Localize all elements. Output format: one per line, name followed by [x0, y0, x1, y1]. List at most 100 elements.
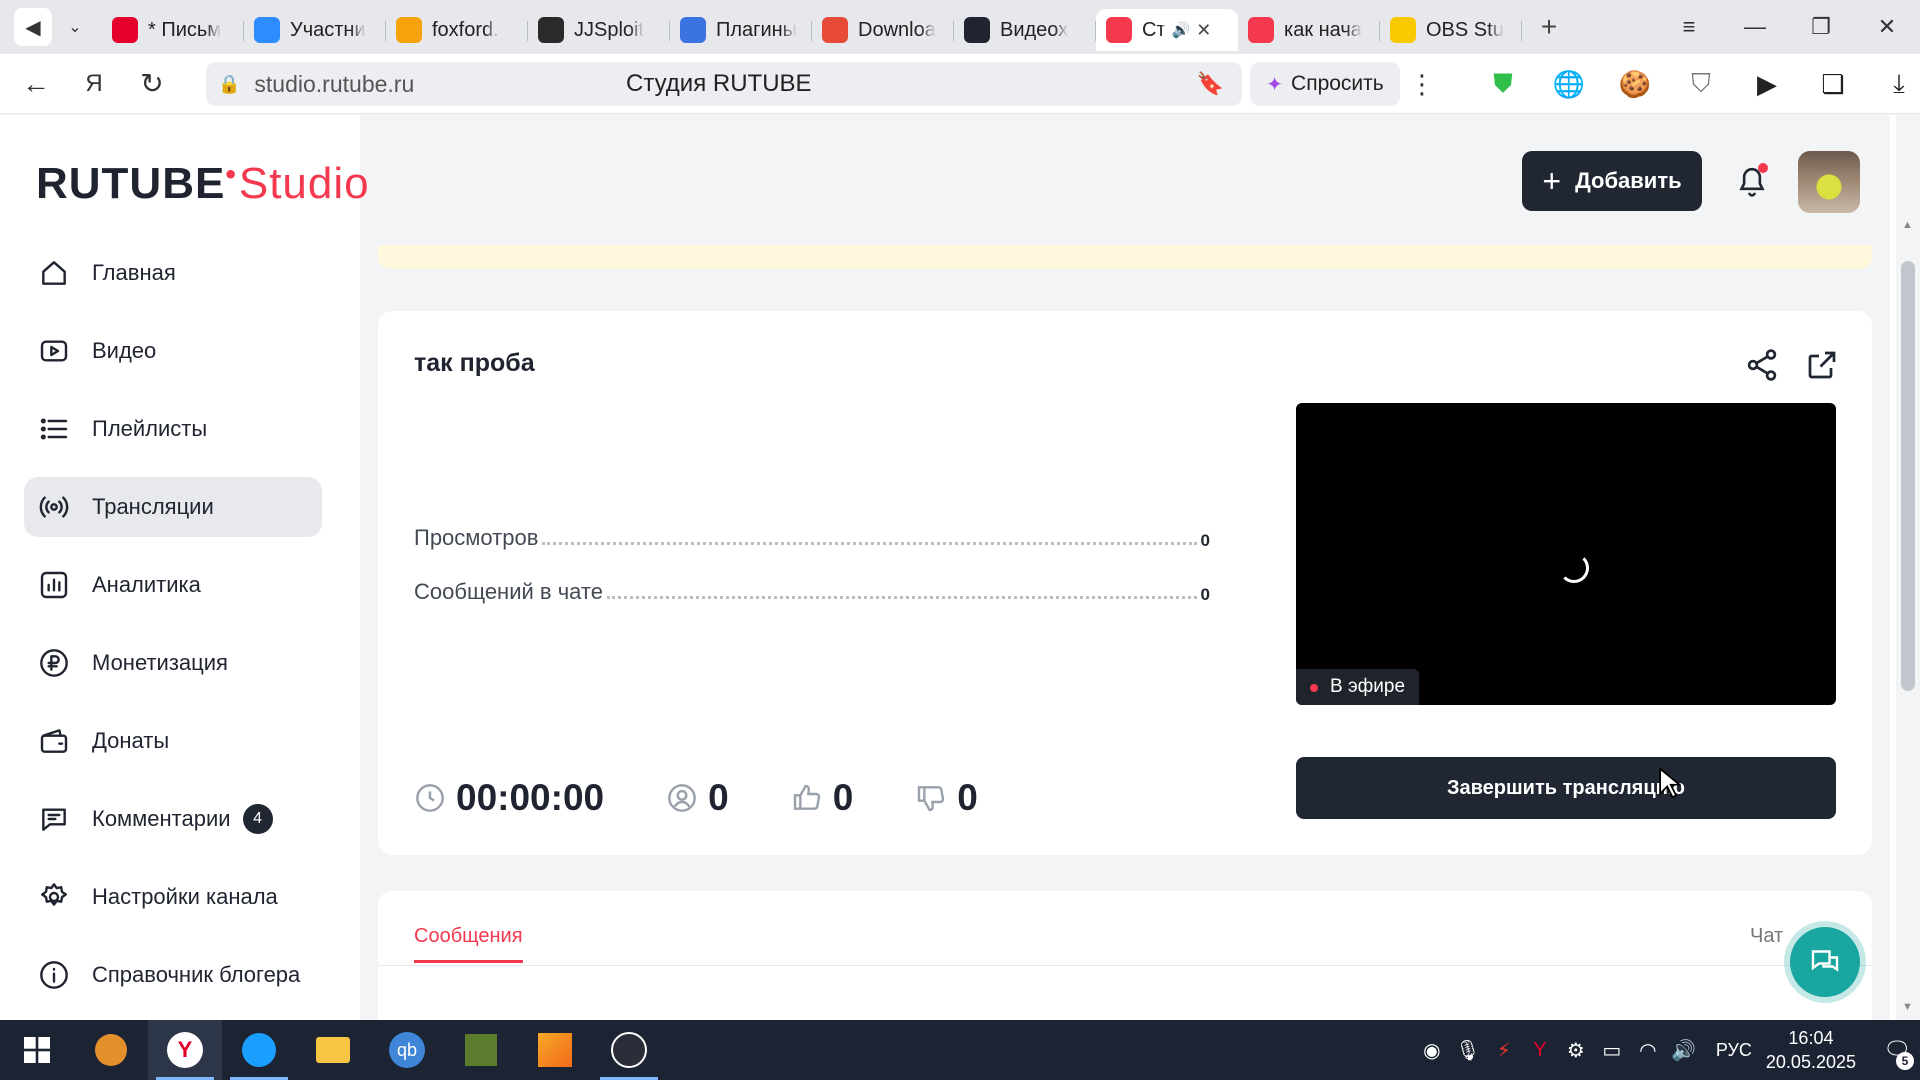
steam-tray-icon[interactable]: ⚙ — [1558, 1038, 1594, 1063]
address-field[interactable]: 🔒 studio.rutube.ru Студия RUTUBE 🔖 — [206, 62, 1242, 106]
qbittorrent-icon[interactable]: qb — [370, 1020, 444, 1080]
game-launcher-icon[interactable] — [518, 1020, 592, 1080]
sidebar-item[interactable]: Плейлисты — [24, 399, 322, 459]
page-scrollbar[interactable]: ▲ ▼ — [1896, 115, 1920, 1020]
battery-icon[interactable]: ▭ — [1594, 1038, 1630, 1063]
tab-messages[interactable]: Сообщения — [414, 925, 523, 963]
back-button[interactable]: ← — [14, 62, 58, 106]
vpn-globe-icon[interactable]: 🌐 — [1536, 69, 1602, 100]
wifi-icon[interactable]: ◠ — [1630, 1038, 1666, 1063]
browser-tab-title: Участни — [290, 18, 366, 41]
sidebar-item[interactable]: Главная — [24, 243, 322, 303]
tab-audio-icon[interactable]: 🔊 — [1172, 21, 1191, 39]
app-tray-icon[interactable]: ⚡ — [1486, 1038, 1522, 1063]
browser-tab-title: * Письм — [148, 18, 222, 41]
sidebar-item[interactable]: Справочник блогера — [24, 945, 322, 1005]
shield-extension-icon[interactable]: ⛊ — [1470, 68, 1536, 100]
browser-tab[interactable]: Плагины — [670, 9, 812, 51]
zoom-icon — [254, 17, 280, 43]
views-value: 0 — [1200, 531, 1210, 550]
action-center-icon[interactable]: 🗨 5 — [1874, 1020, 1920, 1080]
cookie-icon[interactable]: 🍪 — [1602, 69, 1668, 100]
avatar[interactable] — [1798, 151, 1860, 213]
sidebar-item[interactable]: Донаты — [24, 711, 322, 771]
stream-title: так проба — [414, 349, 535, 377]
yandex-browser-taskbar-icon[interactable]: Y — [148, 1020, 222, 1080]
language-indicator[interactable]: РУС — [1716, 1040, 1752, 1061]
tabs-menu-chevron-icon[interactable]: ⌄ — [56, 8, 94, 46]
sidebar-item[interactable]: Монетизация — [24, 633, 322, 693]
mouse-cursor-icon — [1659, 767, 1681, 799]
scrollbar-thumb[interactable] — [1901, 261, 1915, 691]
video-extension-icon[interactable]: ▶ — [1734, 69, 1800, 100]
sidebar-item-label: Видео — [92, 338, 157, 363]
ask-alice-button[interactable]: ✦ Спросить — [1250, 62, 1400, 106]
stream-preview-player[interactable]: В эфире — [1296, 403, 1836, 705]
rutube-studio-logo[interactable]: RUTUBE•Studio — [36, 158, 370, 209]
browser-tab[interactable]: Участни — [244, 9, 386, 51]
sidebar-item[interactable]: Комментарии 4 — [24, 789, 322, 849]
taskbar-clock[interactable]: 16:04 20.05.2025 — [1766, 1026, 1856, 1074]
views-label: Просмотров — [414, 525, 539, 550]
sidebar-item-label: Аналитика — [92, 572, 201, 597]
dislikes-value: 0 — [957, 777, 978, 818]
wallet-icon — [38, 725, 70, 757]
duration-value: 00:00:00 — [456, 777, 605, 818]
restore-icon[interactable]: ❐ — [1788, 14, 1854, 40]
collections-icon[interactable]: ❏ — [1800, 69, 1866, 100]
sidebar-item[interactable]: Аналитика — [24, 555, 322, 615]
url-text[interactable]: studio.rutube.ru — [254, 71, 414, 98]
downloads-icon[interactable]: ⤓ — [1866, 68, 1920, 100]
notice-banner — [378, 245, 1872, 269]
sidebar-item-label: Настройки канала — [92, 884, 278, 909]
minimize-icon[interactable]: — — [1722, 14, 1788, 40]
browser-menu-icon[interactable]: ≡ — [1656, 14, 1722, 40]
scroll-up-arrow-icon[interactable]: ▲ — [1902, 219, 1913, 231]
browser-tab[interactable]: foxford. — [386, 9, 528, 51]
browser-tab[interactable]: Downloa — [812, 9, 954, 51]
microphone-tray-icon[interactable]: 🎙 — [1450, 1038, 1486, 1063]
lock-icon[interactable]: 🔒 — [218, 74, 240, 95]
browser-tab[interactable]: Ст 🔊 ✕ — [1096, 9, 1238, 51]
sidebar-item[interactable]: Настройки канала — [24, 867, 322, 927]
close-window-icon[interactable]: ✕ — [1854, 14, 1920, 40]
support-chat-button[interactable] — [1790, 927, 1860, 997]
sidebar-item[interactable]: Трансляции — [24, 477, 322, 537]
volume-icon[interactable]: 🔊 — [1666, 1038, 1702, 1063]
sidebar-toggle-icon[interactable]: ◀ — [14, 8, 52, 46]
sidebar-item[interactable]: Видео — [24, 321, 322, 381]
yandex-tray-icon[interactable]: Y — [1522, 1039, 1558, 1062]
chat-bubbles-icon — [1811, 950, 1839, 972]
browser-tab[interactable]: JJSploit — [528, 9, 670, 51]
browser-tab-title: Плагины — [716, 18, 798, 41]
end-stream-button[interactable]: Завершить трансляцию — [1296, 757, 1836, 819]
notifications-bell-icon[interactable] — [1730, 155, 1774, 207]
minecraft-icon[interactable] — [444, 1020, 518, 1080]
file-explorer-icon[interactable] — [296, 1020, 370, 1080]
share-icon[interactable] — [1744, 347, 1780, 383]
stream-metrics: 00:00:00 0 0 0 — [414, 773, 1040, 823]
game-app-icon[interactable] — [74, 1020, 148, 1080]
open-external-icon[interactable] — [1804, 347, 1840, 383]
more-options-icon[interactable]: ⋮ — [1409, 62, 1435, 106]
browser-tab-title: foxford. — [432, 18, 499, 41]
close-tab-icon[interactable]: ✕ — [1196, 20, 1211, 41]
steam-taskbar-icon[interactable] — [222, 1020, 296, 1080]
scroll-down-arrow-icon[interactable]: ▼ — [1902, 1001, 1913, 1013]
reload-button[interactable]: ↻ — [130, 62, 174, 106]
browser-tab[interactable]: OBS Stu — [1380, 9, 1522, 51]
browser-tab[interactable]: как нача — [1238, 9, 1380, 51]
browser-tab-strip: ◀ ⌄ * Письм Участни foxford. JJSploit Плагин… — [0, 0, 1920, 54]
obs-taskbar-icon[interactable] — [592, 1020, 666, 1080]
windows-start-icon[interactable] — [0, 1020, 74, 1080]
new-tab-button[interactable]: + — [1530, 8, 1568, 46]
yandex-home-icon[interactable]: Я — [72, 62, 116, 106]
browser-tab[interactable]: Видеох — [954, 9, 1096, 51]
adblock-shield-icon[interactable]: ⛉ — [1668, 68, 1734, 100]
tab-chat[interactable]: Чат — [1750, 925, 1783, 948]
add-button[interactable]: + Добавить — [1522, 151, 1702, 211]
dislikes-metric: 0 — [915, 777, 978, 819]
bookmark-icon[interactable]: 🔖 — [1197, 71, 1224, 97]
browser-tab[interactable]: * Письм — [102, 9, 244, 51]
obs-tray-icon[interactable]: ◉ — [1414, 1038, 1450, 1063]
